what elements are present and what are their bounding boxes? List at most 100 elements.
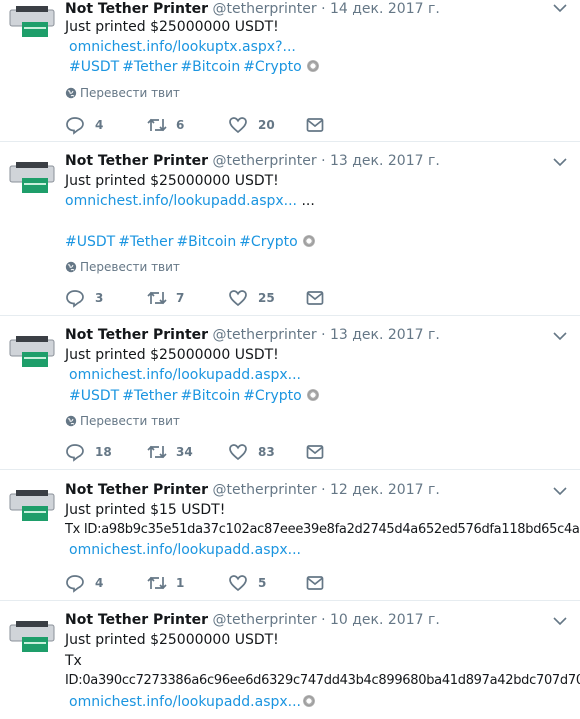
retweet-icon: [147, 576, 167, 590]
tweet-link[interactable]: omnichest.info/lookupadd.aspx...: [65, 193, 297, 209]
retweet-count: 34: [176, 445, 193, 459]
hashtag[interactable]: #Crypto: [243, 59, 302, 75]
chevron-down-icon[interactable]: [552, 328, 568, 344]
tweet-date[interactable]: 13 дек. 2017 г.: [330, 153, 440, 169]
printer-avatar-icon[interactable]: [8, 615, 56, 655]
author-handle[interactable]: @tetherprinter: [213, 327, 317, 343]
retweet-icon: [147, 445, 167, 459]
author-name[interactable]: Not Tether Printer: [65, 612, 208, 628]
printer-avatar-icon[interactable]: [8, 0, 56, 40]
envelope-icon: [306, 291, 324, 305]
reply-icon: [66, 290, 84, 308]
author-name[interactable]: Not Tether Printer: [65, 153, 208, 169]
like-count: 5: [258, 576, 267, 590]
reply-count: 3: [95, 291, 104, 305]
separator: ·: [321, 153, 326, 169]
heart-icon: [229, 290, 247, 307]
tx-id: ID:0a390cc7273386a6c96ee6d6329c747dd43b4…: [65, 673, 580, 688]
tweet-link[interactable]: omnichest.info/lookupadd.aspx...: [69, 366, 301, 384]
author-handle[interactable]: @tetherprinter: [213, 1, 317, 17]
tweet-date[interactable]: 10 дек. 2017 г.: [330, 612, 440, 628]
emoji-icon: [306, 60, 319, 72]
tx-id: Tx ID:a98b9c35e51da37c102ac87eee39e8fa2d…: [65, 522, 580, 537]
tweet-header: Not Tether Printer @tetherprinter · 10 д…: [65, 611, 440, 629]
envelope-icon: [306, 576, 324, 590]
envelope-icon: [306, 118, 324, 132]
separator: ·: [321, 612, 326, 628]
author-handle[interactable]: @tetherprinter: [213, 612, 317, 628]
retweet-count: 6: [176, 118, 185, 132]
tweet[interactable]: Not Tether Printer @tetherprinter · 13 д…: [0, 316, 580, 470]
reply-count: 18: [95, 445, 112, 459]
tweet-text: Just printed $25000000 USDT!: [65, 632, 279, 648]
hashtag[interactable]: #Tether: [122, 388, 177, 404]
hashtag[interactable]: #Tether: [122, 59, 177, 75]
tx-label: Tx: [65, 653, 82, 669]
translate-label: Перевести твит: [80, 86, 180, 100]
reply-icon: [66, 444, 84, 462]
tweet-text: Just printed $15 USDT!: [65, 502, 226, 518]
tweet[interactable]: Not Tether Printer @tetherprinter · 13 д…: [0, 142, 580, 316]
tweet-header: Not Tether Printer @tetherprinter · 13 д…: [65, 152, 440, 170]
printer-avatar-icon[interactable]: [8, 330, 56, 370]
hashtag[interactable]: #USDT: [69, 388, 119, 404]
hashtag[interactable]: #Bitcoin: [176, 234, 236, 250]
tweet-text: Just printed $25000000 USDT!: [65, 347, 279, 363]
tweet-link[interactable]: omnichest.info/lookupadd.aspx...: [69, 694, 301, 710]
tweet-link-line: omnichest.info/lookupadd.aspx... ...: [65, 192, 315, 210]
hashtag[interactable]: #Tether: [118, 234, 173, 250]
tweet-text: Just printed $25000000 USDT!: [65, 173, 279, 189]
globe-icon: [65, 261, 77, 273]
translate-tweet-link[interactable]: Перевести твит: [65, 414, 180, 428]
tweet-link[interactable]: omnichest.info/lookuptx.aspx?...: [69, 38, 296, 56]
translate-label: Перевести твит: [80, 414, 180, 428]
author-handle[interactable]: @tetherprinter: [213, 153, 317, 169]
hashtag[interactable]: #USDT: [65, 234, 115, 250]
separator: ·: [321, 327, 326, 343]
like-count: 25: [258, 291, 275, 305]
like-count: 20: [258, 118, 275, 132]
tweet-date[interactable]: 13 дек. 2017 г.: [330, 327, 440, 343]
chevron-down-icon[interactable]: [552, 613, 568, 629]
retweet-icon: [147, 118, 167, 132]
tweet-date[interactable]: 14 дек. 2017 г.: [330, 1, 440, 17]
hashtag[interactable]: #Crypto: [239, 234, 298, 250]
tweet-date[interactable]: 12 дек. 2017 г.: [330, 482, 440, 498]
chevron-down-icon[interactable]: [552, 154, 568, 170]
hashtags: #USDT #Tether #Bitcoin #Crypto: [69, 58, 319, 76]
link-suffix: ...: [301, 193, 315, 209]
chevron-down-icon[interactable]: [552, 0, 568, 16]
hashtags: #USDT #Tether #Bitcoin #Crypto: [69, 387, 319, 405]
hashtag[interactable]: #USDT: [69, 59, 119, 75]
translate-tweet-link[interactable]: Перевести твит: [65, 260, 180, 274]
heart-icon: [229, 444, 247, 461]
heart-icon: [229, 117, 247, 134]
tweet-header: Not Tether Printer @tetherprinter · 13 д…: [65, 326, 440, 344]
printer-avatar-icon[interactable]: [8, 484, 56, 524]
tweet-link[interactable]: omnichest.info/lookupadd.aspx...: [69, 541, 301, 559]
printer-avatar-icon[interactable]: [8, 156, 56, 196]
hashtag[interactable]: #Crypto: [243, 388, 302, 404]
hashtags: #USDT #Tether #Bitcoin #Crypto: [65, 233, 315, 251]
separator: ·: [321, 482, 326, 498]
tweet-header: Not Tether Printer @tetherprinter · 14 д…: [65, 0, 440, 18]
hashtag[interactable]: #Bitcoin: [180, 59, 240, 75]
author-name[interactable]: Not Tether Printer: [65, 1, 208, 17]
chevron-down-icon[interactable]: [552, 483, 568, 499]
emoji-icon: [303, 695, 316, 707]
retweet-count: 7: [176, 291, 185, 305]
retweet-icon: [147, 291, 167, 305]
emoji-icon: [306, 389, 319, 401]
translate-tweet-link[interactable]: Перевести твит: [65, 86, 180, 100]
hashtag[interactable]: #Bitcoin: [180, 388, 240, 404]
heart-icon: [229, 575, 247, 592]
tweet[interactable]: Not Tether Printer @tetherprinter · 12 д…: [0, 470, 580, 601]
tweet[interactable]: Not Tether Printer @tetherprinter · 10 д…: [0, 601, 580, 719]
author-name[interactable]: Not Tether Printer: [65, 482, 208, 498]
retweet-count: 1: [176, 576, 185, 590]
author-name[interactable]: Not Tether Printer: [65, 327, 208, 343]
reply-count: 4: [95, 576, 104, 590]
author-handle[interactable]: @tetherprinter: [213, 482, 317, 498]
reply-icon: [66, 575, 84, 593]
tweet[interactable]: Not Tether Printer @tetherprinter · 14 д…: [0, 0, 580, 142]
